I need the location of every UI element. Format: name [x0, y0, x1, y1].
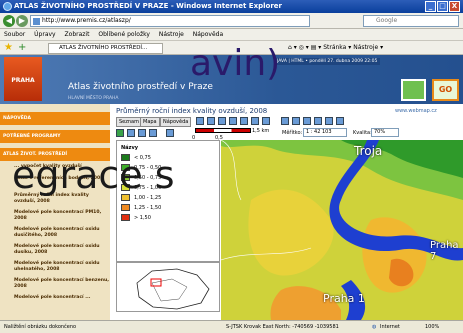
refresh-icon[interactable] — [166, 129, 174, 137]
list-button[interactable]: Seznam — [116, 117, 142, 127]
identify-icon[interactable] — [281, 117, 289, 125]
browser-tab[interactable]: ATLAS ŽIVOTNÍHO PROSTŘEDÍ... — [48, 43, 163, 54]
sidebar-link[interactable]: Modelové pole koncentrací benzenu, 2008 — [14, 278, 109, 290]
overlay-text-mid: egrace s — [12, 153, 175, 197]
scale-bar — [195, 128, 251, 133]
edit-icon[interactable] — [127, 129, 135, 137]
meritko-label: Měřítko: — [282, 130, 303, 136]
webmap-link[interactable]: www.webmap.cz — [395, 108, 437, 114]
menu-help[interactable]: Nápověda — [193, 31, 223, 38]
map-button[interactable]: Mapa — [140, 117, 160, 127]
zone-label: Internet — [380, 324, 400, 330]
zoom-out-icon[interactable] — [240, 117, 248, 125]
ie-command-bar: ⌂ ▾ ◎ ▾ ▤ ▾ Stránka ▾ Nástroje ▾ — [288, 41, 383, 55]
url-input[interactable]: http://www.premis.cz/atlaszp/ — [30, 15, 310, 27]
sidebar-header-help[interactable]: NÁPOVĚDA — [0, 112, 110, 125]
favorites-star-icon[interactable]: ★ — [4, 42, 15, 53]
overlay-text-top: avin) — [190, 43, 281, 84]
search-input[interactable]: Google — [363, 15, 459, 27]
sidebar-link[interactable]: Modelové pole koncentrací oxidu dusíku, … — [14, 244, 109, 256]
print-icon[interactable]: ▤ ▾ — [311, 44, 324, 51]
back-button[interactable]: ◀ — [3, 15, 15, 27]
site-subtitle: HLAVNÍ MĚSTO PRAHA — [68, 96, 119, 101]
map-label-troja: Troja — [354, 144, 383, 158]
minimize-button[interactable]: _ — [425, 1, 436, 12]
menu-file[interactable]: Soubor — [4, 31, 25, 38]
zoom-in-icon[interactable] — [229, 117, 237, 125]
menu-favorites[interactable]: Oblíbené položky — [98, 31, 150, 38]
pan-icon[interactable] — [218, 117, 226, 125]
home-icon[interactable]: ⌂ ▾ — [288, 44, 299, 51]
tab-label: ATLAS ŽIVOTNÍHO PROSTŘEDÍ... — [59, 45, 148, 51]
forward-button[interactable]: ▶ — [16, 15, 28, 27]
praha-logo[interactable]: PRAHA — [4, 57, 42, 101]
kvalita-select[interactable]: 70% — [371, 128, 399, 137]
menu-edit[interactable]: Úpravy — [34, 31, 55, 38]
overview-map-shape — [136, 268, 210, 310]
close-button[interactable]: X — [449, 1, 460, 12]
sidebar-link[interactable]: Modelové pole koncentrací ... — [14, 295, 109, 301]
zoom-extent-icon[interactable] — [251, 117, 259, 125]
sidebar-link[interactable]: Modelové pole koncentrací oxidu uhelnaté… — [14, 261, 109, 273]
sidebar: NÁPOVĚDA POTŘEBNÉ PROGRAMY ATLAS ŽIVOT. … — [0, 104, 110, 329]
sidebar-link[interactable]: Modelové pole koncentrací PM10, 2008 — [14, 210, 109, 222]
select-icon[interactable] — [303, 117, 311, 125]
scale-right: 1,5 km — [252, 128, 270, 134]
zoom-level[interactable]: 100% — [425, 321, 439, 333]
window-title: ATLAS ŽIVOTNÍHO PROSTŘEDÍ V PRAZE - Wind… — [14, 2, 282, 10]
go-badge-icon[interactable]: GO — [432, 79, 459, 101]
legend-label: > 1,50 — [134, 215, 151, 221]
menu-view[interactable]: Zobrazit — [65, 31, 90, 38]
layers-icon[interactable] — [207, 117, 215, 125]
tool-icon[interactable] — [314, 117, 322, 125]
kvalita-label: Kvalita: — [353, 130, 372, 136]
map-icon[interactable] — [401, 79, 426, 101]
map-label-praha-1: Praha 1 — [323, 292, 365, 305]
map-title: Průměrný roční index kvality ovzduší, 20… — [116, 107, 268, 115]
page-icon — [33, 18, 40, 25]
maximize-button[interactable]: □ — [437, 1, 448, 12]
legend-label: 1,25 - 1,50 — [134, 205, 162, 211]
legend-swatch — [121, 204, 130, 211]
window-title-bar: ATLAS ŽIVOTNÍHO PROSTŘEDÍ V PRAZE - Wind… — [0, 0, 463, 13]
page-menu[interactable]: Stránka ▾ — [323, 44, 351, 51]
sidebar-header-programs[interactable]: POTŘEBNÉ PROGRAMY — [0, 130, 110, 143]
url-text: http://www.premis.cz/atlaszp/ — [42, 17, 131, 24]
air-quality-map[interactable]: Troja Praha 7 Praha 1 — [221, 140, 463, 320]
add-favorite-icon[interactable]: + — [18, 42, 29, 53]
coords-readout: S-JTSK Krovak East North: -740569 -10395… — [226, 324, 339, 330]
feeds-icon[interactable]: ◎ ▾ — [299, 44, 311, 51]
legend-swatch — [121, 214, 130, 221]
printer-icon[interactable] — [138, 129, 146, 137]
flag-icon[interactable] — [116, 129, 124, 137]
legend-title: Názvy — [121, 145, 138, 151]
search-placeholder: Google — [376, 17, 398, 24]
menu-tools[interactable]: Nástroje — [159, 31, 184, 38]
meritko-select[interactable]: 1 : 42 103 — [303, 128, 347, 137]
address-bar: ◀ ▶ http://www.premis.cz/atlaszp/ Google — [0, 13, 463, 29]
plus-icon[interactable] — [336, 117, 344, 125]
measure-icon[interactable] — [292, 117, 300, 125]
status-bar: Naližtění obrázku dokončeno S-JTSK Krova… — [0, 320, 463, 333]
tools-menu[interactable]: Nástroje ▾ — [353, 44, 383, 51]
grid-icon[interactable] — [262, 117, 270, 125]
sidebar-link[interactable]: Modelové pole koncentrací oxidu dusičité… — [14, 227, 109, 239]
ie-icon — [3, 2, 12, 11]
status-text: Naližtění obrázku dokončeno — [4, 324, 77, 330]
binoculars-icon[interactable] — [325, 117, 333, 125]
menu-bar: Soubor Úpravy Zobrazit Oblíbené položky … — [0, 29, 463, 41]
top-nav[interactable]: JAVA | HTML • pondělí 27. dubna 2009 22:… — [274, 58, 381, 65]
info-icon[interactable] — [196, 117, 204, 125]
help-button[interactable]: Nápověda — [160, 117, 192, 127]
overview-map[interactable] — [116, 262, 220, 312]
globe-icon: ◍ — [372, 324, 377, 330]
save-icon[interactable] — [149, 129, 157, 137]
map-label-praha-7: Praha 7 — [430, 240, 459, 262]
